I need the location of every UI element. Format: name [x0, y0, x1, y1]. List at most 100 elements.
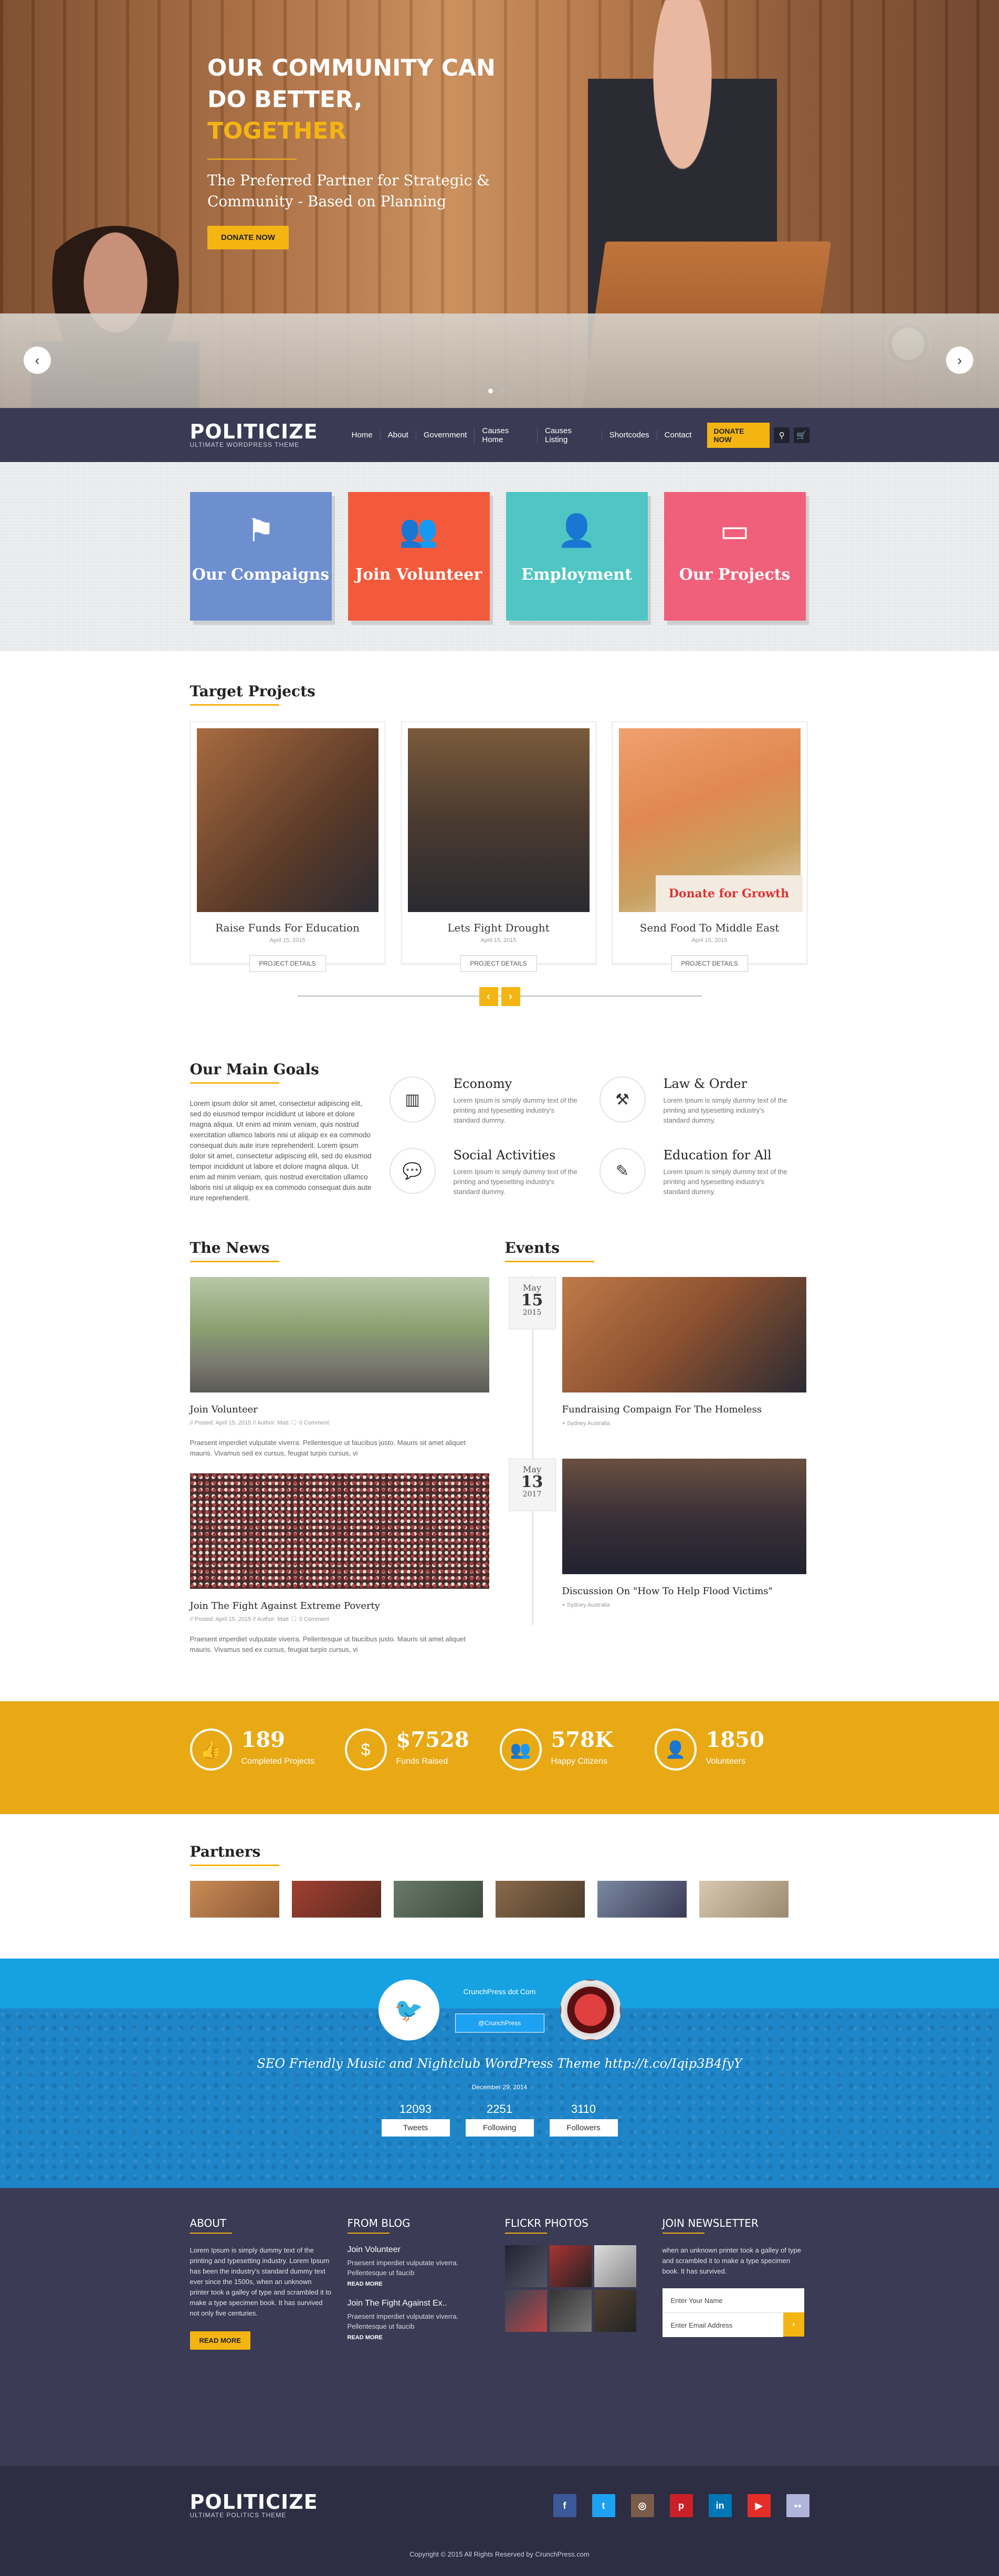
project-image[interactable] [196, 728, 378, 912]
feature-box-volunteer[interactable]: 👥 Join Volunteer [348, 492, 490, 621]
project-details-button[interactable]: PROJECT DETAILS [249, 955, 326, 972]
tweet-text[interactable]: SEO Friendly Music and Nightclub WordPre… [190, 2056, 809, 2071]
linkedin-icon[interactable]: in [708, 2494, 732, 2517]
twitter-stat-label[interactable]: Tweets [381, 2119, 450, 2137]
stat-value: 189 [241, 1727, 286, 1752]
pinterest-icon[interactable]: p [669, 2494, 693, 2517]
slider-dot[interactable] [500, 389, 505, 393]
twitter-stat: 3110 Followers [549, 2102, 618, 2137]
news-image[interactable] [190, 1277, 489, 1392]
name-field[interactable]: Enter Your Name [662, 2288, 804, 2312]
chat-icon: 💬 [389, 1148, 436, 1194]
partner-logo[interactable] [190, 1881, 279, 1918]
twitter-stat-value: 12093 [399, 2102, 432, 2116]
project-title[interactable]: Raise Funds For Education [191, 922, 385, 934]
twitter-icon[interactable]: t [592, 2494, 615, 2517]
news-title[interactable]: Join Volunteer [190, 1404, 489, 1415]
twitter-stat-value: 3110 [571, 2102, 596, 2116]
menu-item-home[interactable]: Home [344, 431, 380, 439]
feature-box-projects[interactable]: ▭ Our Projects [664, 492, 806, 621]
menu-item-shortcodes[interactable]: Shortcodes [601, 431, 657, 439]
partner-logo[interactable] [597, 1881, 687, 1918]
main-goals-section: Our Main Goals Lorem ipsum dolor sit ame… [0, 1050, 999, 1239]
user-icon: 👤 [654, 1729, 697, 1771]
project-details-button[interactable]: PROJECT DETAILS [671, 955, 748, 972]
stat-item: $ $7528 Funds Raised [344, 1727, 500, 1771]
email-field[interactable]: Enter Email Address [662, 2312, 783, 2337]
feature-label: Join Volunteer [355, 566, 482, 584]
chevron-left-icon[interactable]: ‹ [24, 347, 51, 374]
project-image[interactable] [407, 728, 590, 912]
flickr-photo[interactable] [549, 2290, 592, 2332]
slider-dot[interactable] [488, 389, 493, 393]
partner-logo[interactable] [393, 1881, 483, 1918]
partner-logo[interactable] [699, 1881, 788, 1918]
flickr-photo[interactable] [504, 2290, 547, 2332]
chevron-left-icon[interactable]: ‹ [479, 987, 498, 1006]
stat-item: 👤 1850 Volunteers [654, 1727, 809, 1771]
event-image[interactable] [562, 1459, 806, 1574]
menu-item-contact[interactable]: Contact [656, 431, 699, 439]
youtube-icon[interactable]: ▶ [747, 2494, 771, 2517]
twitter-stat-label[interactable]: Followers [549, 2119, 618, 2137]
news-image[interactable] [190, 1473, 489, 1589]
project-title[interactable]: Send Food To Middle East [613, 922, 807, 934]
site-logo[interactable]: POLITICIZE ULTIMATE WORDPRESS THEME [190, 422, 318, 448]
twitter-stat: 12093 Tweets [381, 2102, 450, 2137]
event-date-badge: May 15 2015 [508, 1277, 556, 1329]
blog-read-more-link[interactable]: READ MORE [348, 2281, 489, 2287]
menu-item-causes-listing[interactable]: Causes Listing [537, 426, 602, 444]
feature-box-employment[interactable]: 👤 Employment [506, 492, 648, 621]
twitter-stat-label[interactable]: Following [465, 2119, 534, 2137]
flickr-photo[interactable] [549, 2245, 592, 2287]
twitter-follow-button[interactable]: @CrunchPress [455, 2014, 544, 2033]
chevron-right-icon[interactable]: › [946, 347, 973, 374]
feature-label: Our Compaigns [192, 566, 330, 584]
facebook-icon[interactable]: f [553, 2494, 576, 2517]
read-more-button[interactable]: READ MORE [190, 2331, 250, 2350]
blog-post-title[interactable]: Join Volunteer [348, 2245, 489, 2255]
partner-logo[interactable] [495, 1881, 585, 1918]
twitter-avatar[interactable] [560, 1980, 621, 2040]
event-title[interactable]: Fundraising Compaign For The Homeless [562, 1404, 806, 1415]
flickr-photo[interactable] [594, 2245, 636, 2287]
hero-title-accent: TOGETHER [207, 118, 346, 144]
stat-value: $7528 [396, 1727, 469, 1752]
project-image[interactable]: Donate for Growth [618, 728, 803, 912]
stat-value: 1850 [706, 1727, 764, 1752]
group-icon: 👥 [399, 513, 438, 548]
chevron-right-icon[interactable]: › [501, 987, 520, 1006]
blog-read-more-link[interactable]: READ MORE [348, 2334, 489, 2341]
menu-item-about[interactable]: About [380, 431, 416, 439]
feature-box-campaigns[interactable]: ⚑ Our Compaigns [190, 492, 332, 621]
flickr-photo[interactable] [504, 2245, 547, 2287]
cart-icon[interactable]: 🛒 [793, 427, 809, 443]
event-image[interactable] [562, 1277, 806, 1392]
partner-logo[interactable] [291, 1881, 381, 1918]
goal-item: ▥ Economy Lorem Ipsum is simply dummy te… [389, 1076, 600, 1132]
flickr-icon[interactable]: ●● [786, 2494, 809, 2517]
footer-heading: FROM BLOG [347, 2217, 411, 2229]
flickr-photo[interactable] [594, 2290, 636, 2332]
news-title[interactable]: Join The Fight Against Extreme Poverty [190, 1600, 489, 1611]
project-title[interactable]: Lets Fight Drought [402, 922, 596, 934]
goal-item: 💬 Social Activities Lorem Ipsum is simpl… [389, 1148, 600, 1203]
search-icon[interactable]: ⚲ [774, 427, 790, 443]
project-card: Donate for Growth Send Food To Middle Ea… [612, 721, 807, 972]
nav-donate-button[interactable]: DONATE NOW [707, 422, 770, 448]
hero-donate-button[interactable]: DONATE NOW [207, 226, 289, 249]
project-details-button[interactable]: PROJECT DETAILS [460, 955, 537, 972]
stat-value: 578K [551, 1727, 613, 1752]
twitter-bird-icon[interactable]: 🐦 [378, 1980, 439, 2040]
event-title[interactable]: Discussion On "How To Help Flood Victims… [562, 1586, 806, 1597]
menu-item-government[interactable]: Government [415, 431, 475, 439]
stat-label: Happy Citizens [551, 1757, 608, 1766]
news-meta: // Posted: April 15, 2015 // Author: Mat… [190, 1420, 329, 1426]
subscribe-arrow-icon[interactable]: › [783, 2312, 804, 2337]
blog-post-title[interactable]: Join The Fight Against Ex.. [348, 2299, 489, 2308]
logo-text: POLITICIZE [190, 2490, 318, 2514]
event-day: 15 [521, 1291, 543, 1310]
menu-item-causes-home[interactable]: Causes Home [474, 426, 537, 444]
instagram-icon[interactable]: ◎ [630, 2494, 654, 2517]
footer-logo[interactable]: POLITICIZE ULTIMATE POLITICS THEME [190, 2490, 318, 2519]
